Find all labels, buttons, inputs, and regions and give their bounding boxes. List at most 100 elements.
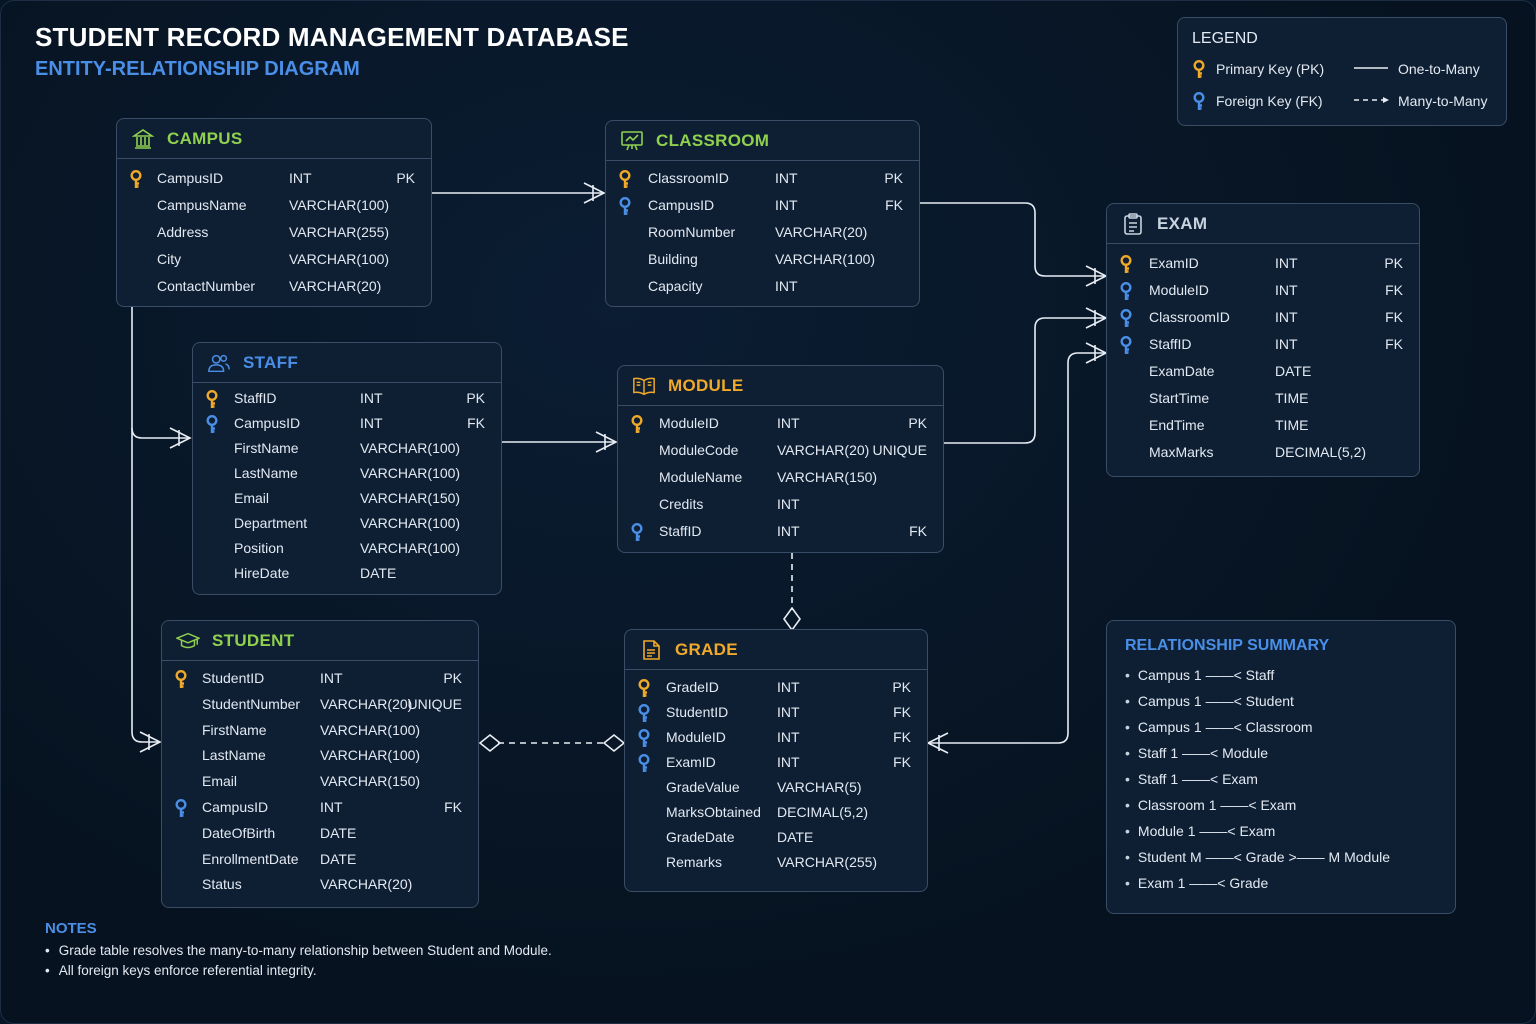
entity-header[interactable]: CLASSROOM bbox=[606, 121, 919, 161]
field-row[interactable]: EnrollmentDate DATE bbox=[162, 850, 478, 870]
field-row[interactable]: DateOfBirth DATE bbox=[162, 824, 478, 844]
presentation-board-icon bbox=[620, 129, 644, 153]
field-row[interactable]: StudentID INT PK bbox=[162, 669, 478, 689]
field-name: StudentID bbox=[666, 704, 729, 720]
page-subtitle: ENTITY-RELATIONSHIP DIAGRAM bbox=[35, 58, 360, 80]
field-constraint: PK bbox=[466, 390, 485, 406]
field-row[interactable]: StudentID INT FK bbox=[625, 703, 927, 723]
field-row[interactable]: ClassroomID INT FK bbox=[1107, 308, 1419, 328]
field-row[interactable]: ContactNumber VARCHAR(20) bbox=[117, 277, 431, 297]
field-row[interactable]: StaffID INT FK bbox=[1107, 335, 1419, 355]
field-type: INT bbox=[775, 278, 798, 294]
entity-header[interactable]: STUDENT bbox=[162, 621, 478, 661]
field-row[interactable]: Capacity INT bbox=[606, 277, 919, 297]
field-type: DATE bbox=[320, 824, 357, 841]
summary-list: Campus 1 ——< Staff Campus 1 ——< Student … bbox=[1125, 667, 1390, 901]
field-name: MarksObtained bbox=[666, 804, 761, 820]
field-row[interactable]: GradeDate DATE bbox=[625, 828, 927, 848]
field-row[interactable]: ModuleID INT FK bbox=[625, 728, 927, 748]
field-row[interactable]: GradeValue VARCHAR(5) bbox=[625, 778, 927, 798]
field-row[interactable]: Credits INT bbox=[618, 495, 943, 515]
legend-fk-label: Foreign Key (FK) bbox=[1216, 93, 1323, 109]
entity-header[interactable]: CAMPUS bbox=[117, 119, 431, 159]
field-row[interactable]: ExamID INT PK bbox=[1107, 254, 1419, 274]
field-row[interactable]: ExamID INT FK bbox=[625, 753, 927, 773]
field-row[interactable]: CampusID INT FK bbox=[193, 414, 501, 434]
field-row[interactable]: Email VARCHAR(150) bbox=[162, 772, 478, 792]
field-name: Capacity bbox=[648, 278, 703, 294]
field-row[interactable]: LastName VARCHAR(100) bbox=[162, 746, 478, 766]
field-name: StartTime bbox=[1149, 390, 1210, 406]
field-row[interactable]: ClassroomID INT PK bbox=[606, 169, 919, 189]
field-constraint: FK bbox=[893, 704, 911, 720]
field-row[interactable]: Status VARCHAR(20) bbox=[162, 875, 478, 895]
entity-header[interactable]: EXAM bbox=[1107, 204, 1419, 244]
primary-key-icon bbox=[129, 169, 143, 188]
field-row[interactable]: City VARCHAR(100) bbox=[117, 250, 431, 270]
note-item: Grade table resolves the many-to-many re… bbox=[45, 943, 552, 963]
field-row[interactable]: ModuleID INT PK bbox=[618, 414, 943, 434]
field-row[interactable]: ModuleCode VARCHAR(20) UNIQUE bbox=[618, 441, 943, 461]
field-type: TIME bbox=[1275, 417, 1309, 433]
field-type: INT bbox=[289, 170, 312, 186]
field-row[interactable]: MarksObtained DECIMAL(5,2) bbox=[625, 803, 927, 823]
field-row[interactable]: MaxMarks DECIMAL(5,2) bbox=[1107, 443, 1419, 463]
field-row[interactable]: Address VARCHAR(255) bbox=[117, 223, 431, 243]
entity-exam[interactable]: EXAM ExamID INT PK ModuleID INT FK ClassroomID I… bbox=[1106, 203, 1420, 477]
field-row[interactable]: StartTime TIME bbox=[1107, 389, 1419, 409]
field-row[interactable]: CampusID INT FK bbox=[162, 798, 478, 818]
entity-header[interactable]: GRADE bbox=[625, 630, 927, 670]
field-row[interactable]: CampusID INT FK bbox=[606, 196, 919, 216]
field-name: GradeID bbox=[666, 679, 719, 695]
field-row[interactable]: EndTime TIME bbox=[1107, 416, 1419, 436]
entity-student[interactable]: STUDENT StudentID INT PK StudentNumber VARCHA… bbox=[161, 620, 479, 908]
entity-name: GRADE bbox=[675, 639, 738, 659]
field-row[interactable]: CampusName VARCHAR(100) bbox=[117, 196, 431, 216]
notes-list: Grade table resolves the many-to-many re… bbox=[45, 943, 552, 983]
field-name: GradeValue bbox=[666, 779, 740, 795]
field-name: Email bbox=[202, 773, 238, 790]
field-name: StaffID bbox=[234, 390, 277, 406]
field-name: FirstName bbox=[202, 721, 267, 738]
field-row[interactable]: Department VARCHAR(100) bbox=[193, 514, 501, 534]
entity-header[interactable]: MODULE bbox=[618, 366, 943, 406]
field-row[interactable]: StudentNumber VARCHAR(20) UNIQUE bbox=[162, 695, 478, 715]
field-row[interactable]: Building VARCHAR(100) bbox=[606, 250, 919, 270]
field-row[interactable]: Remarks VARCHAR(255) bbox=[625, 853, 927, 873]
field-row[interactable]: StaffID INT FK bbox=[618, 522, 943, 542]
notes-section: NOTES Grade table resolves the many-to-m… bbox=[45, 920, 552, 983]
field-row[interactable]: ModuleName VARCHAR(150) bbox=[618, 468, 943, 488]
field-row[interactable]: ExamDate DATE bbox=[1107, 362, 1419, 382]
foreign-key-icon bbox=[1119, 335, 1133, 354]
field-row[interactable]: Email VARCHAR(150) bbox=[193, 489, 501, 509]
field-row[interactable]: FirstName VARCHAR(100) bbox=[193, 439, 501, 459]
summary-item: Staff 1 ——< Exam bbox=[1125, 771, 1390, 797]
entity-grade[interactable]: GRADE GradeID INT PK StudentID INT FK ModuleID I… bbox=[624, 629, 928, 892]
entity-classroom[interactable]: CLASSROOM ClassroomID INT PK CampusID INT FK Ro… bbox=[605, 120, 920, 307]
summary-item: Classroom 1 ——< Exam bbox=[1125, 797, 1390, 823]
summary-title: RELATIONSHIP SUMMARY bbox=[1125, 637, 1330, 654]
field-name: CampusName bbox=[157, 197, 247, 213]
field-constraint: PK bbox=[396, 170, 415, 186]
field-row[interactable]: GradeID INT PK bbox=[625, 678, 927, 698]
entity-campus[interactable]: CAMPUS CampusID INT PK CampusName VARCHAR(100… bbox=[116, 118, 432, 307]
field-constraint: FK bbox=[893, 754, 911, 770]
field-row[interactable]: StaffID INT PK bbox=[193, 389, 501, 409]
field-row[interactable]: FirstName VARCHAR(100) bbox=[162, 721, 478, 741]
field-row[interactable]: RoomNumber VARCHAR(20) bbox=[606, 223, 919, 243]
foreign-key-icon bbox=[637, 753, 651, 772]
foreign-key-icon bbox=[205, 414, 219, 433]
foreign-key-icon bbox=[1192, 91, 1206, 116]
field-row[interactable]: HireDate DATE bbox=[193, 564, 501, 584]
entity-module[interactable]: MODULE ModuleID INT PK ModuleCode VARCHAR(20)… bbox=[617, 365, 944, 553]
field-name: RoomNumber bbox=[648, 224, 736, 240]
entity-staff[interactable]: STAFF StaffID INT PK CampusID INT FK FirstName V… bbox=[192, 342, 502, 595]
foreign-key-icon bbox=[637, 728, 651, 747]
field-row[interactable]: ModuleID INT FK bbox=[1107, 281, 1419, 301]
field-row[interactable]: LastName VARCHAR(100) bbox=[193, 464, 501, 484]
field-row[interactable]: CampusID INT PK bbox=[117, 169, 431, 189]
entity-header[interactable]: STAFF bbox=[193, 343, 501, 383]
field-name: LastName bbox=[202, 747, 266, 764]
field-row[interactable]: Position VARCHAR(100) bbox=[193, 539, 501, 559]
entity-name: STAFF bbox=[243, 352, 299, 372]
